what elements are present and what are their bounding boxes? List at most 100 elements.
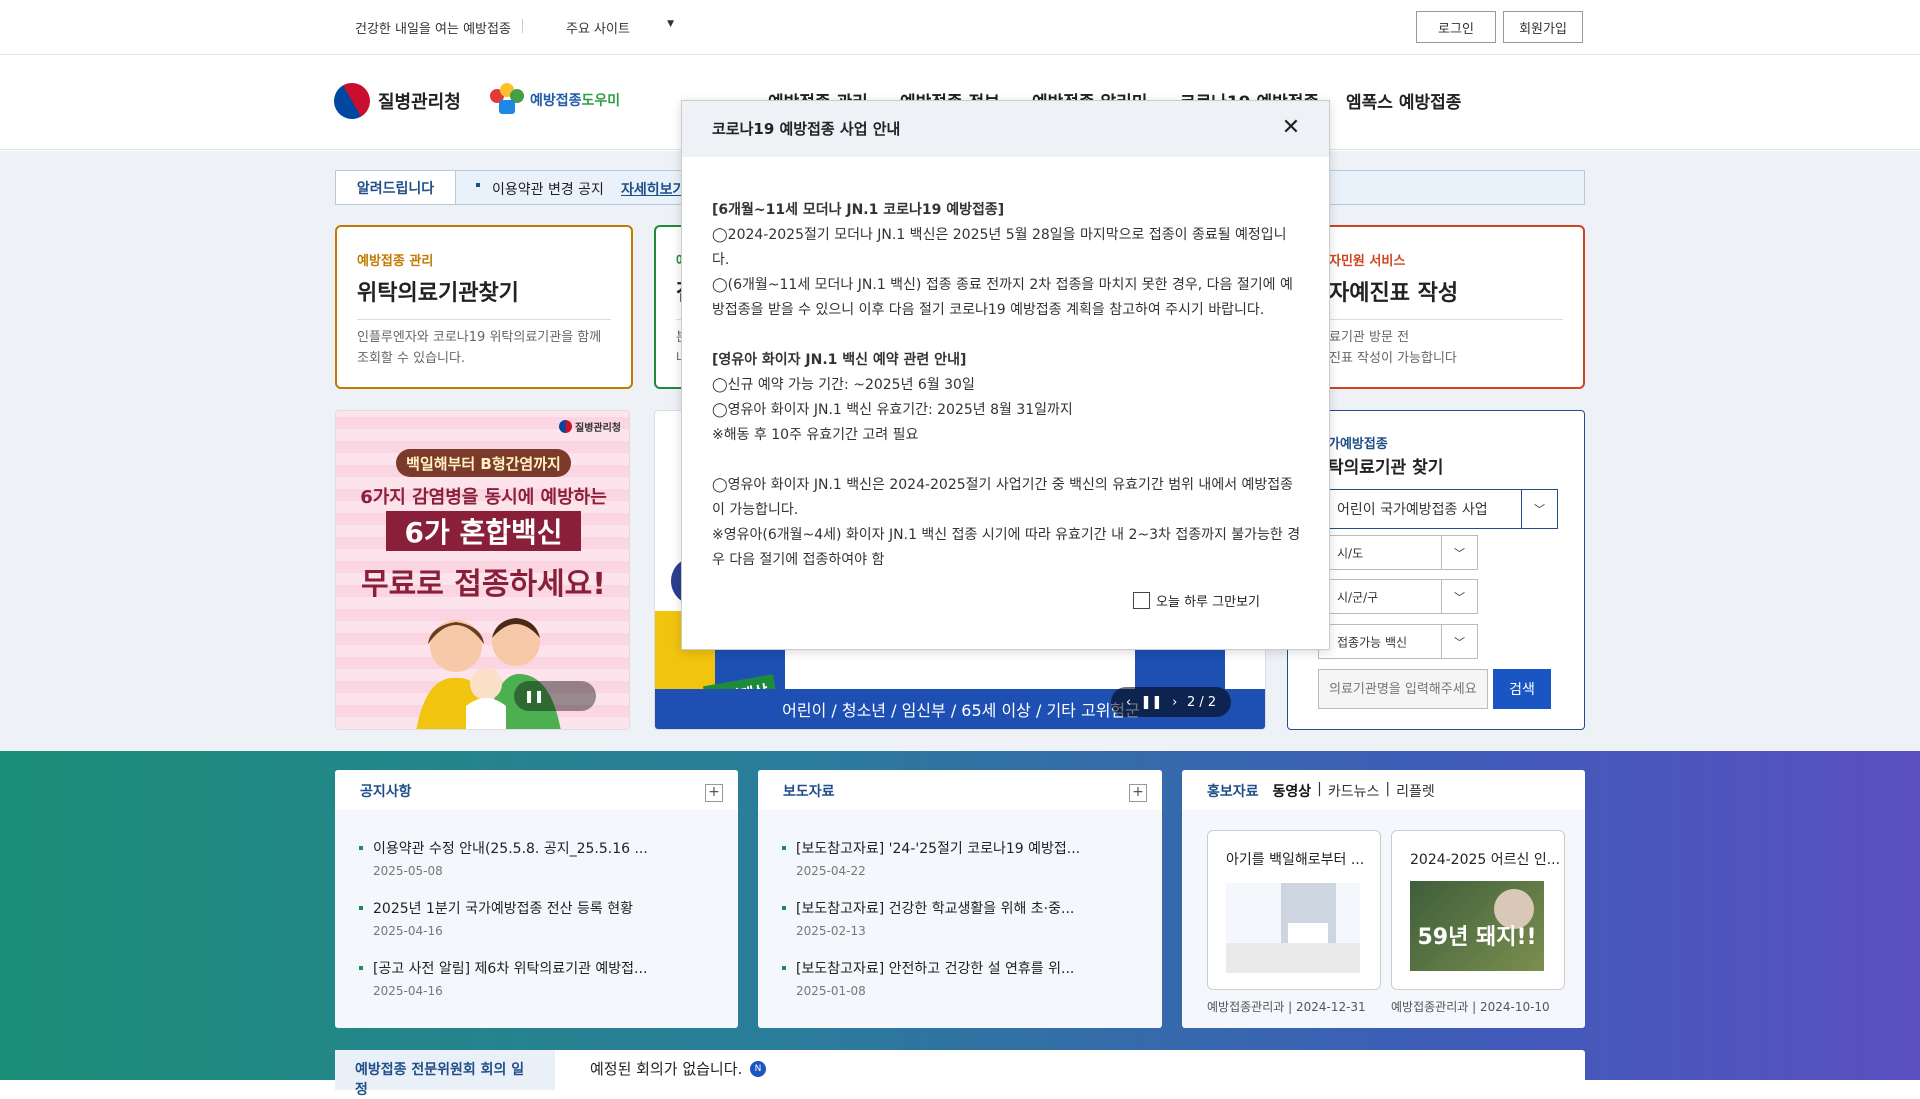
modal-text: ◯2024-2025절기 모더나 JN.1 백신은 2025년 5월 28일을 … [712, 227, 1287, 268]
clinic-name-input[interactable] [1318, 669, 1488, 709]
modal-text: ◯(6개월~11세 모더나 JN.1 백신) 접종 종료 전까지 2차 접종을 … [712, 277, 1293, 318]
menu-mpox-vaccination[interactable]: 엠폭스 예방접종 [1346, 88, 1461, 113]
modal-heading: [6개월~11세 모더나 JN.1 코로나19 예방접종] [712, 202, 1005, 218]
clinic-search-widget: 가예방접종 탁의료기관 찾기 어린이 국가예방접종 사업 ﹀ 시/도 ﹀ 시/군/구… [1287, 410, 1585, 730]
program-select[interactable]: 어린이 국가예방접종 사업 ﹀ [1318, 489, 1558, 529]
major-sites-dropdown[interactable]: 주요 사이트 ▼ [566, 18, 674, 37]
card-self-questionnaire[interactable]: 자민원 서비스 자예진표 작성 료기관 방문 전 진표 작성이 가능합니다 [1287, 225, 1585, 389]
major-sites-label: 주요 사이트 [566, 22, 630, 37]
promo-panel: 홍보자료 동영상 | 카드뉴스 | 리플렛 아기를 백일해로부터 ... 2024-… [1182, 770, 1585, 1028]
chevron-down-icon: ﹀ [1441, 536, 1477, 569]
search-subtitle: 가예방접종 [1328, 437, 1388, 452]
dont-show-label: 오늘 하루 그만보기 [1156, 595, 1260, 610]
plus-icon[interactable]: + [1129, 784, 1147, 802]
modal-spacer [712, 323, 1302, 348]
caret-down-icon: ▼ [667, 19, 674, 29]
modal-text: ※영유아(6개월~4세) 화이자 JN.1 백신 접종 시기에 따라 유효기간 … [712, 527, 1301, 568]
list-item[interactable]: [공고 사전 알림] 제6차 위탁의료기관 예방접... 2025-04-16 [359, 958, 647, 998]
signup-button[interactable]: 회원가입 [1503, 11, 1583, 43]
login-button[interactable]: 로그인 [1416, 11, 1496, 43]
video-thumbnail: 59년 돼지!! [1410, 881, 1544, 971]
list-item[interactable]: 이용약관 수정 안내(25.5.8. 공지_25.5.16 ... 2025-05… [359, 838, 648, 878]
list-item[interactable]: 2025년 1분기 국가예방접종 전산 등록 현황 2025-04-16 [359, 898, 633, 938]
meeting-label: 예방접종 전문위원회 회의 일정 [335, 1050, 555, 1098]
dont-show-today[interactable]: 오늘 하루 그만보기 [1133, 591, 1260, 610]
modal-text: ◯영유아 화이자 JN.1 백신 유효기간: 2025년 8월 31일까지 [712, 402, 1073, 418]
modal-heading: [영유아 화이자 JN.1 백신 예약 관련 안내] [712, 352, 967, 368]
press-panel: 보도자료 + [보도참고자료] '24-'25절기 코로나19 예방접... 202… [758, 770, 1162, 1028]
committee-meeting-bar: 예방접종 전문위원회 회의 일정 예정된 회의가 없습니다. N [335, 1050, 1585, 1098]
video-caption: 예방접종관리과 | 2024-10-10 [1391, 1000, 1550, 1014]
meeting-text: 예정된 회의가 없습니다. [590, 1060, 743, 1078]
card-find-clinic[interactable]: 예방접종 관리 위탁의료기관찾기 인플루엔자와 코로나19 위탁의료기관을 함께… [335, 225, 633, 389]
list-item[interactable]: [보도참고자료] 건강한 학교생활을 위해 초·중... 2025-02-13 [782, 898, 1074, 938]
kdca-logo-text: 질병관리청 [378, 92, 461, 113]
plus-icon[interactable]: + [705, 784, 723, 802]
video-caption: 예방접종관리과 | 2024-12-31 [1207, 1000, 1366, 1014]
kdca-mini-logo: 질병관리청 [559, 419, 621, 434]
prev-icon[interactable]: ‹ [1126, 695, 1131, 710]
card-description: 료기관 방문 전 진표 작성이 가능합니다 [1329, 330, 1457, 366]
bullet [476, 183, 480, 187]
modal-title: 코로나19 예방접종 사업 안내 [712, 120, 901, 138]
search-button[interactable]: 검색 [1493, 669, 1551, 709]
vaccine-select[interactable]: 접종가능 백신 ﹀ [1318, 624, 1478, 659]
helper-logo-text: 예방접종도우미 [530, 93, 621, 109]
modal-header: 코로나19 예방접종 사업 안내 ✕ [682, 101, 1329, 157]
hexavalent-vaccine-banner[interactable]: 질병관리청 백일해부터 B형간염까지 6가지 감염병을 동시에 예방하는 6가 … [335, 410, 630, 730]
modal-text: ※해동 후 10주 유효기간 고려 필요 [712, 427, 919, 443]
card-category: 자민원 서비스 [1329, 254, 1406, 269]
covid-notice-modal: 코로나19 예방접종 사업 안내 ✕ [6개월~11세 모더나 JN.1 코로나… [681, 100, 1330, 650]
chevron-down-icon: ﹀ [1521, 490, 1557, 528]
card-category: 예방접종 관리 [357, 254, 434, 269]
close-icon[interactable]: ✕ [1277, 114, 1305, 142]
list-item[interactable]: [보도참고자료] '24-'25절기 코로나19 예방접... 2025-04-2… [782, 838, 1080, 878]
slogan: 건강한 내일을 여는 예방접종 [355, 22, 511, 37]
search-title: 탁의료기관 찾기 [1328, 458, 1444, 478]
panel-title: 보도자료 [783, 784, 835, 800]
tab-cardnews[interactable]: 카드뉴스 [1328, 781, 1380, 801]
vaccination-helper-logo[interactable]: 예방접종도우미 [490, 83, 620, 117]
top-utility-bar: 건강한 내일을 여는 예방접종 주요 사이트 ▼ 로그인 회원가입 [0, 0, 1920, 55]
panel-title: 홍보자료 [1207, 784, 1259, 800]
tab-leaflet[interactable]: 리플렛 [1396, 781, 1435, 801]
modal-text: ◯신규 예약 가능 기간: ~2025년 6월 30일 [712, 377, 975, 393]
banner-line: 6가지 감염병을 동시에 예방하는 [360, 487, 607, 508]
slide-counter: 2 / 2 [1186, 694, 1217, 710]
taeguk-icon [559, 420, 572, 433]
card-title: 자예진표 작성 [1329, 281, 1459, 306]
divider [522, 19, 523, 33]
video-thumbnail [1226, 883, 1360, 973]
next-icon[interactable]: › [1172, 695, 1177, 710]
pause-button[interactable]: ❚❚ [514, 681, 596, 711]
card-description: 인플루엔자와 코로나19 위탁의료기관을 함께 조회할 수 있습니다. [357, 330, 602, 366]
slider-controls: ‹ ❚❚ › 2 / 2 [1111, 687, 1231, 717]
modal-spacer [712, 448, 1302, 473]
chevron-down-icon: ﹀ [1441, 625, 1477, 658]
chevron-down-icon: ﹀ [1441, 580, 1477, 613]
taeguk-icon [327, 76, 377, 126]
sigungu-select[interactable]: 시/군/구 ﹀ [1318, 579, 1478, 614]
new-badge: N [750, 1061, 766, 1077]
pause-icon[interactable]: ❚❚ [1141, 695, 1163, 710]
modal-body: [6개월~11세 모더나 JN.1 코로나19 예방접종] ◯2024-2025… [712, 198, 1302, 573]
dont-show-checkbox[interactable] [1133, 592, 1151, 609]
sido-select[interactable]: 시/도 ﹀ [1318, 535, 1478, 570]
card-title: 위탁의료기관찾기 [357, 281, 519, 306]
notices-panel: 공지사항 + 이용약관 수정 안내(25.5.8. 공지_25.5.16 ... 2… [335, 770, 738, 1028]
banner-line: 무료로 접종하세요! [361, 567, 606, 602]
kdca-logo[interactable]: 질병관리청 [327, 76, 461, 126]
nip-logo-icon [490, 83, 526, 117]
family-illustration [416, 618, 561, 729]
notice-more-link[interactable]: 자세히보기 [621, 179, 685, 199]
panel-title: 공지사항 [360, 784, 412, 800]
banner-highlight: 6가 혼합백신 [386, 511, 581, 551]
tab-video[interactable]: 동영상 [1273, 781, 1312, 801]
video-card[interactable]: 아기를 백일해로부터 ... [1207, 830, 1381, 990]
list-item[interactable]: [보도참고자료] 안전하고 건강한 설 연휴를 위... 2025-01-08 [782, 958, 1074, 998]
modal-text: ◯영유아 화이자 JN.1 백신은 2024-2025절기 사업기간 중 백신의… [712, 477, 1294, 518]
video-card[interactable]: 2024-2025 어르신 인... 59년 돼지!! [1391, 830, 1565, 990]
notice-text[interactable]: 이용약관 변경 공지 [492, 179, 604, 199]
notice-label: 알려드립니다 [336, 171, 456, 204]
banner-pill: 백일해부터 B형간염까지 [396, 449, 571, 477]
